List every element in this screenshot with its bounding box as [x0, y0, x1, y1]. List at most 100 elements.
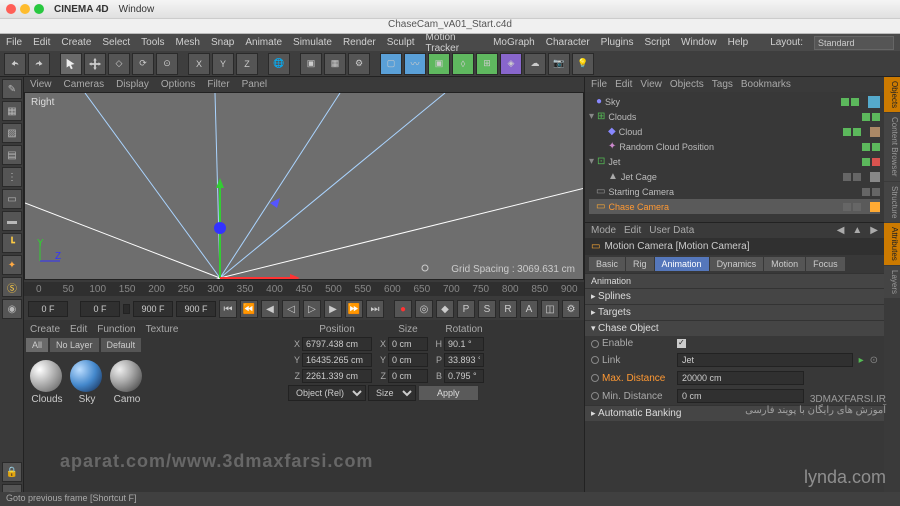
edge-mode-icon[interactable]: ▭: [2, 189, 22, 209]
coord-system-icon[interactable]: 🌐: [268, 53, 290, 75]
point-mode-icon[interactable]: ⋮: [2, 167, 22, 187]
tree-item-jet-cage[interactable]: ▲Jet Cage: [589, 169, 880, 184]
viewport-solo-icon[interactable]: ◉: [2, 299, 22, 319]
tab-objects[interactable]: Objects: [884, 77, 900, 112]
view-menu-options[interactable]: Options: [161, 79, 195, 90]
attr-section-chase[interactable]: ▾ Chase Object: [585, 320, 884, 336]
mac-menu-item[interactable]: Window: [119, 4, 155, 15]
array-icon[interactable]: ⊞: [476, 53, 498, 75]
coord-object-mode[interactable]: Object (Rel): [288, 385, 366, 401]
goto-key-next-icon[interactable]: ⏩: [345, 300, 363, 318]
snap-icon[interactable]: Ⓢ: [2, 277, 22, 297]
play-back-icon[interactable]: ◁: [282, 300, 300, 318]
tab-layers[interactable]: Layers: [884, 266, 900, 298]
key-options-icon[interactable]: ⚙: [562, 300, 580, 318]
rot-b-field[interactable]: [444, 369, 484, 383]
attr-tab-dynamics[interactable]: Dynamics: [710, 257, 764, 271]
menu-sculpt[interactable]: Sculpt: [387, 37, 415, 48]
pos-x-field[interactable]: [302, 337, 372, 351]
select-tool-icon[interactable]: [60, 53, 82, 75]
menu-tools[interactable]: Tools: [141, 37, 164, 48]
attr-tab-motion[interactable]: Motion: [764, 257, 805, 271]
camera-icon[interactable]: 📷: [548, 53, 570, 75]
prev-frame-icon[interactable]: ◀: [261, 300, 279, 318]
environment-icon[interactable]: ☁: [524, 53, 546, 75]
mat-tab-nolayer[interactable]: No Layer: [50, 338, 99, 352]
attr-section-autobanking[interactable]: ▸ Automatic Banking: [585, 405, 884, 421]
attr-tab-basic[interactable]: Basic: [589, 257, 625, 271]
menu-edit[interactable]: Edit: [33, 37, 50, 48]
nurbs-icon[interactable]: ◊: [452, 53, 474, 75]
texture-mode-icon[interactable]: ▨: [2, 123, 22, 143]
view-menu-filter[interactable]: Filter: [207, 79, 229, 90]
redo-icon[interactable]: [28, 53, 50, 75]
tab-content-browser[interactable]: Content Browser: [884, 113, 900, 181]
pos-z-field[interactable]: [302, 369, 372, 383]
object-tree[interactable]: ●Sky ▾⊞Clouds ◆Cloud ✦Random Cloud Posit…: [585, 92, 884, 222]
view-menu-cameras[interactable]: Cameras: [64, 79, 105, 90]
menu-simulate[interactable]: Simulate: [293, 37, 332, 48]
rotate-tool-icon[interactable]: ⟳: [132, 53, 154, 75]
scale-tool-icon[interactable]: ◇: [108, 53, 130, 75]
tree-item-clouds[interactable]: ▾⊞Clouds: [589, 109, 880, 124]
lock-icon[interactable]: 🔒: [2, 462, 22, 482]
generator-icon[interactable]: ▣: [428, 53, 450, 75]
workplane-icon[interactable]: ▤: [2, 145, 22, 165]
link-field[interactable]: [677, 353, 853, 367]
axis-y-toggle[interactable]: Y: [212, 53, 234, 75]
jetcage-tag-icon[interactable]: [870, 172, 880, 182]
current-frame-field[interactable]: [28, 301, 68, 317]
attr-menu-edit[interactable]: Edit: [624, 225, 641, 236]
menu-mesh[interactable]: Mesh: [176, 37, 200, 48]
goto-key-prev-icon[interactable]: ⏪: [240, 300, 258, 318]
tree-item-jet[interactable]: ▾⊡Jet: [589, 154, 880, 169]
attr-nav-prev-icon[interactable]: ◀: [837, 225, 845, 236]
cube-primitive-icon[interactable]: ▢: [380, 53, 402, 75]
key-param-icon[interactable]: A: [520, 300, 538, 318]
key-pla-icon[interactable]: ◫: [541, 300, 559, 318]
tweak-mode-icon[interactable]: ✦: [2, 255, 22, 275]
spline-primitive-icon[interactable]: 〰: [404, 53, 426, 75]
axis-mode-icon[interactable]: ┗: [2, 233, 22, 253]
timeline-ruler[interactable]: 0501001502002503003504004505005506006507…: [24, 280, 584, 298]
move-tool-icon[interactable]: [84, 53, 106, 75]
goto-start-icon[interactable]: ⏮: [219, 300, 237, 318]
deformer-icon[interactable]: ◈: [500, 53, 522, 75]
apply-button[interactable]: Apply: [418, 385, 479, 401]
coord-size-mode[interactable]: Size: [368, 385, 416, 401]
tree-item-cloud[interactable]: ◆Cloud: [589, 124, 880, 139]
menu-character[interactable]: Character: [546, 37, 590, 48]
menu-script[interactable]: Script: [644, 37, 670, 48]
polygon-mode-icon[interactable]: ▬: [2, 211, 22, 231]
menu-mograph[interactable]: MoGraph: [493, 37, 535, 48]
make-editable-icon[interactable]: ✎: [2, 79, 22, 99]
render-settings-icon[interactable]: ⚙: [348, 53, 370, 75]
attr-menu-mode[interactable]: Mode: [591, 225, 616, 236]
attr-tab-focus[interactable]: Focus: [806, 257, 845, 271]
menu-help[interactable]: Help: [728, 37, 749, 48]
attr-nav-next-icon[interactable]: ▶: [870, 225, 878, 236]
menu-motion-tracker[interactable]: Motion Tracker: [426, 32, 483, 54]
rot-h-field[interactable]: [444, 337, 484, 351]
attr-nav-up-icon[interactable]: ▲: [852, 225, 862, 236]
view-menu-panel[interactable]: Panel: [242, 79, 268, 90]
tab-attributes[interactable]: Attributes: [884, 223, 900, 265]
attr-menu-userdata[interactable]: User Data: [649, 225, 694, 236]
enable-checkbox[interactable]: [677, 339, 686, 348]
menu-file[interactable]: File: [6, 37, 22, 48]
menu-render[interactable]: Render: [343, 37, 376, 48]
menu-animate[interactable]: Animate: [245, 37, 282, 48]
tab-structure[interactable]: Structure: [884, 182, 900, 222]
end-frame-field[interactable]: [133, 301, 173, 317]
mat-menu-create[interactable]: Create: [30, 324, 60, 335]
rot-p-field[interactable]: [444, 353, 484, 367]
obj-menu-bookmarks[interactable]: Bookmarks: [741, 79, 791, 90]
cloud-tag-icon[interactable]: [870, 127, 880, 137]
sky-tag-icon[interactable]: [868, 96, 880, 108]
mat-tab-default[interactable]: Default: [101, 338, 142, 352]
menu-select[interactable]: Select: [102, 37, 130, 48]
autokey-icon[interactable]: ◎: [415, 300, 433, 318]
attr-tab-animation[interactable]: Animation: [655, 257, 709, 271]
material-camo[interactable]: Camo: [110, 360, 144, 405]
viewport-3d[interactable]: Right: [24, 92, 584, 280]
